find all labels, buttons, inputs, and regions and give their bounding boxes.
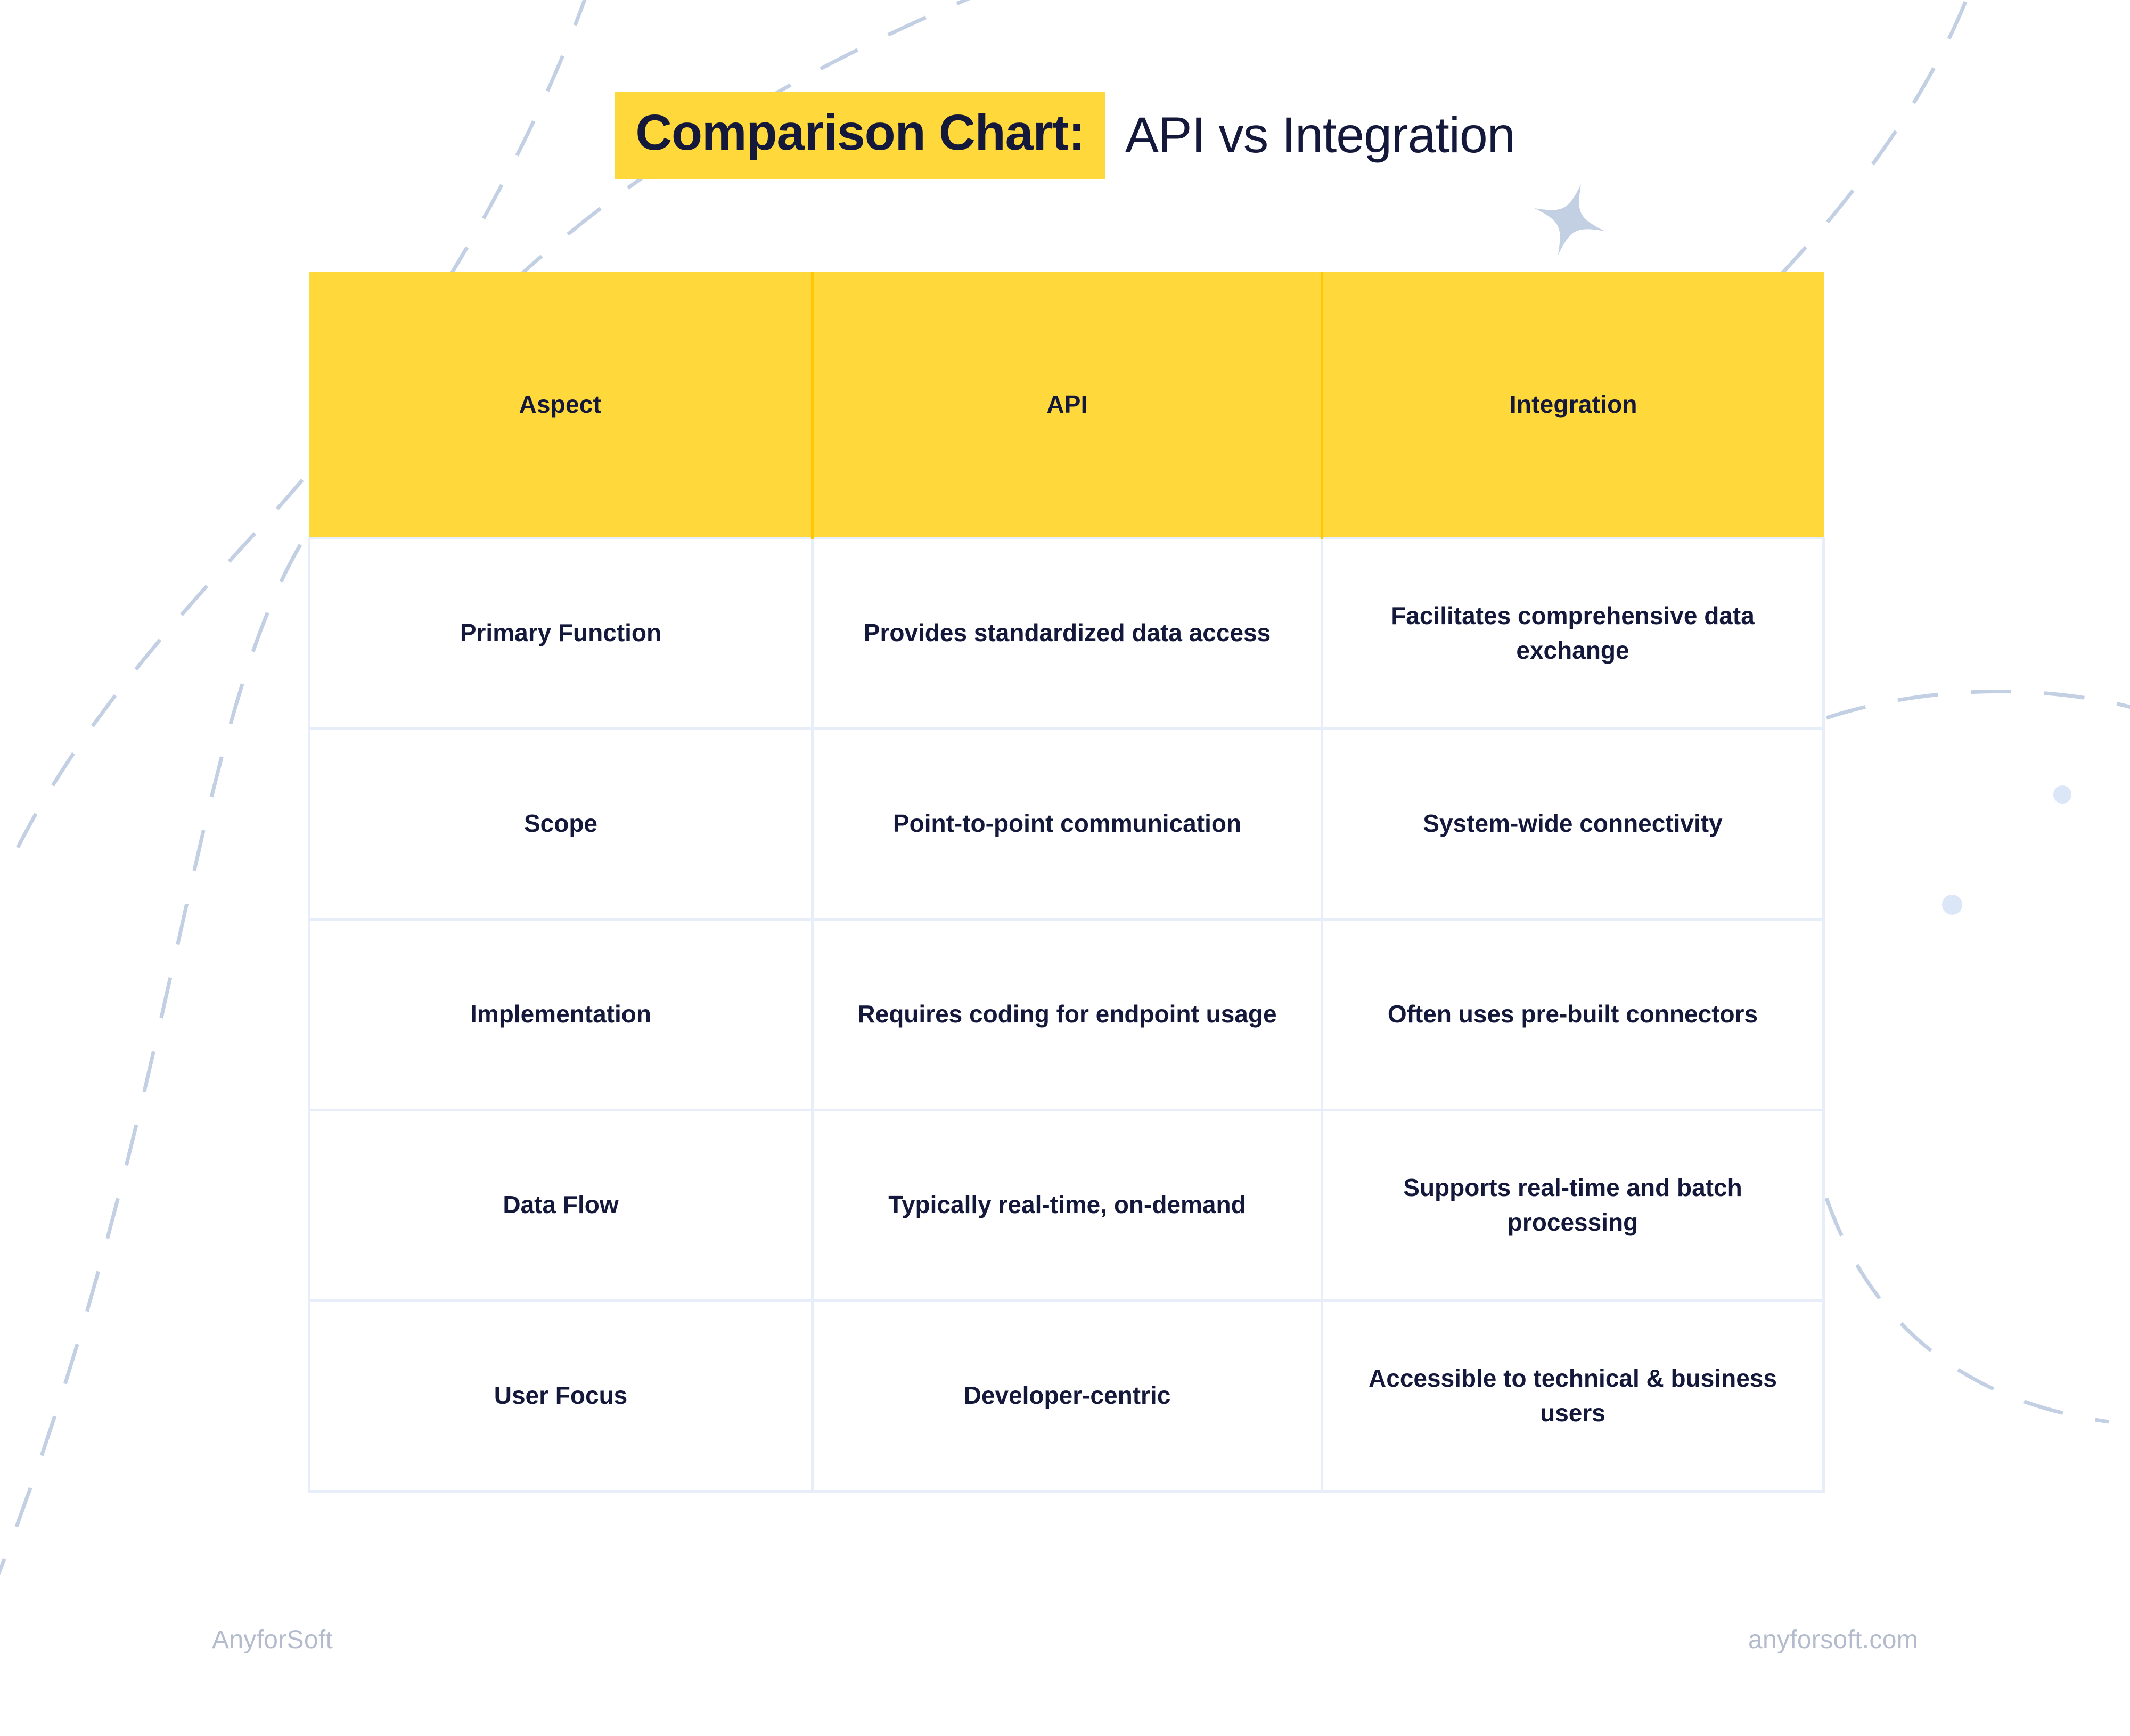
cell-integration: Accessible to technical & business users: [1321, 1300, 1825, 1493]
footer-brand: AnyforSoft: [212, 1626, 333, 1654]
column-header-integration: Integration: [1321, 272, 1824, 538]
decor-dot-lower: [1942, 895, 1962, 915]
page-title: Comparison Chart: API vs Integration: [0, 92, 2130, 179]
cell-integration: Often uses pre-built connectors: [1321, 919, 1825, 1111]
table-row: User Focus Developer-centric Accessible …: [308, 1300, 1825, 1493]
cell-aspect: Data Flow: [308, 1110, 814, 1302]
cell-integration: Facilitates comprehensive data exchange: [1321, 536, 1825, 730]
table-header: Aspect API Integration: [309, 272, 1824, 538]
cell-aspect: Implementation: [308, 919, 814, 1111]
table-row: Implementation Requires coding for endpo…: [308, 919, 1825, 1111]
cell-api: Provides standardized data access: [811, 536, 1323, 730]
table-row: Primary Function Provides standardized d…: [308, 536, 1825, 730]
cell-integration: System-wide connectivity: [1321, 728, 1825, 921]
table-row: Scope Point-to-point communication Syste…: [308, 728, 1825, 921]
cell-aspect: User Focus: [308, 1300, 814, 1493]
cell-integration: Supports real-time and batch processing: [1321, 1110, 1825, 1302]
cell-aspect: Scope: [308, 728, 814, 921]
dashed-curve-right: [1825, 689, 2130, 720]
column-header-aspect: Aspect: [309, 272, 813, 538]
footer-website: anyforsoft.com: [1748, 1626, 1918, 1654]
cell-api: Point-to-point communication: [811, 728, 1323, 921]
cell-api: Requires coding for endpoint usage: [811, 919, 1323, 1111]
cell-api: Developer-centric: [811, 1300, 1323, 1493]
table-row: Data Flow Typically real-time, on-demand…: [308, 1110, 1825, 1302]
cell-aspect: Primary Function: [308, 536, 814, 730]
comparison-table: Aspect API Integration Primary Function …: [308, 272, 1825, 1493]
page-title-highlight: Comparison Chart:: [615, 92, 1105, 179]
cell-api: Typically real-time, on-demand: [811, 1110, 1323, 1302]
table-body: Primary Function Provides standardized d…: [308, 536, 1825, 1493]
decor-dot-upper: [2053, 785, 2071, 804]
column-header-api: API: [811, 272, 1322, 538]
page-title-rest: API vs Integration: [1125, 107, 1515, 163]
sparkle-star-icon: [1534, 184, 1605, 255]
table-header-row: Aspect API Integration: [309, 272, 1824, 538]
dashed-curve-lower-right: [1824, 1197, 2109, 1424]
